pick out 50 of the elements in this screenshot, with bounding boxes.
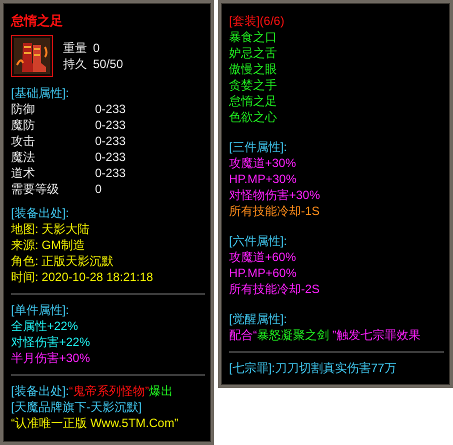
info-line: 妒忌之舌: [229, 45, 278, 61]
info-line: 对怪物伤害+30%: [229, 187, 322, 203]
info-line: 时间: 2020-10-28 18:21:18: [11, 269, 154, 285]
section-heading: [觉醒属性]:: [229, 311, 288, 327]
stat-value: 50/50: [93, 56, 124, 72]
stat-label: 持久: [63, 56, 87, 72]
boots-icon: [11, 35, 53, 77]
info-line: 所有技能冷却-1S: [229, 203, 321, 219]
info-line: 地图: 天影大陆: [11, 221, 91, 237]
info-line: 贪婪之手: [229, 77, 278, 93]
info-line: HP.MP+30%: [229, 171, 298, 187]
info-line: “认准唯一正版 Www.5TM.Com”: [11, 415, 180, 431]
section-heading: [套装](6/6): [229, 13, 286, 29]
section-heading: [装备出处]:: [11, 205, 70, 221]
attribute-value: 0: [95, 181, 102, 197]
info-line: 配合“暴怒凝聚之剑 ”触发七宗罪效果: [229, 327, 422, 343]
info-line: 攻魔道+30%: [229, 155, 298, 171]
info-line: [天魔品牌旗下-天影沉默]: [11, 399, 143, 415]
attribute-value: 0-233: [95, 149, 126, 165]
info-line: 傲慢之眼: [229, 61, 278, 77]
stat-label: 重量: [63, 40, 87, 56]
info-line: 暴食之口: [229, 29, 278, 45]
attribute-label: 道术: [11, 165, 36, 181]
attribute-label: 魔防: [11, 117, 36, 133]
info-line: 怠惰之足: [229, 93, 278, 109]
section-heading: [三件属性]:: [229, 139, 288, 155]
attribute-label: 魔法: [11, 149, 36, 165]
attribute-value: 0-233: [95, 133, 126, 149]
info-line: 来源: GM制造: [11, 237, 86, 253]
attribute-value: 0-233: [95, 101, 126, 117]
section-heading: [装备出处]:“鬼帝系列怪物”爆出: [11, 383, 174, 399]
section-heading: [基础属性]:: [11, 85, 70, 101]
info-line: 对怪伤害+22%: [11, 334, 92, 350]
attribute-value: 0-233: [95, 117, 126, 133]
info-line: 色欲之心: [229, 109, 278, 125]
section-heading: [六件属性]:: [229, 233, 288, 249]
item-title: 怠惰之足: [11, 13, 64, 29]
section-heading: [单件属性]:: [11, 302, 70, 318]
info-line: 角色: 正版天影沉默: [11, 253, 115, 269]
attribute-label: 防御: [11, 101, 36, 117]
info-line: 半月伤害+30%: [11, 350, 92, 366]
info-line: 全属性+22%: [11, 318, 80, 334]
info-line: HP.MP+60%: [229, 265, 298, 281]
section-heading: [七宗罪]:刀刀切割真实伤害77万: [229, 360, 398, 376]
attribute-label: 攻击: [11, 133, 36, 149]
attribute-value: 0-233: [95, 165, 126, 181]
stat-value: 0: [93, 40, 100, 56]
info-line: 所有技能冷却-2S: [229, 281, 321, 297]
attribute-label: 需要等级: [11, 181, 60, 197]
info-line: 攻魔道+60%: [229, 249, 298, 265]
